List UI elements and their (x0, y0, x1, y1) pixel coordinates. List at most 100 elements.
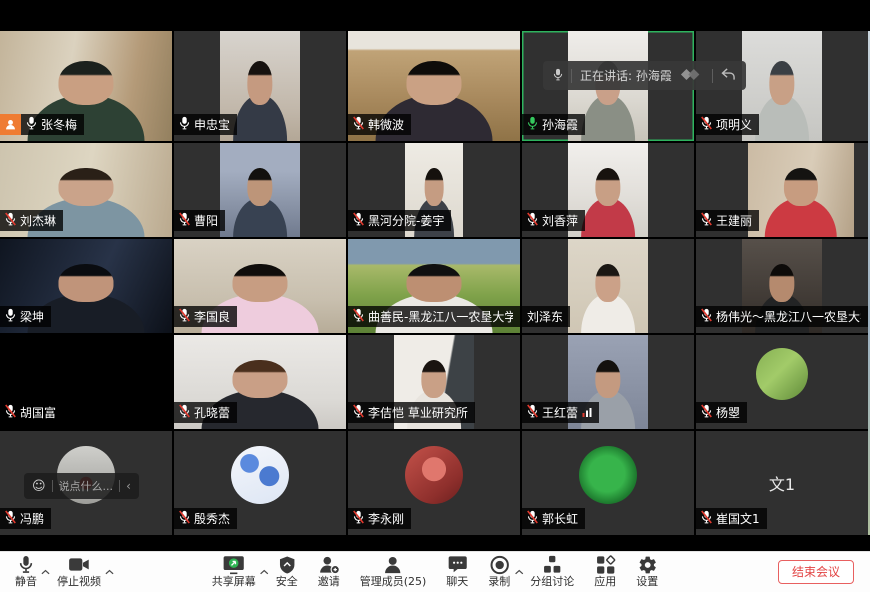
participant-nameplate: 孙海霞 (522, 114, 585, 135)
nameplate-row: 胡国富 (0, 402, 63, 423)
participant-name: 曹阳 (194, 212, 218, 229)
toolbar-invite-button[interactable]: 邀请 (309, 552, 349, 591)
toolbar-label: 录制 (488, 576, 510, 588)
participant-tile[interactable]: 张冬梅 (0, 31, 172, 141)
toolbar-breakout-button[interactable]: 分组讨论 (521, 552, 583, 591)
participant-nameplate: 杨伟光～黑龙江八一农垦大学 (696, 306, 868, 327)
nameplate-row: 李永刚 (348, 508, 411, 529)
toolbar-label: 分组讨论 (530, 576, 574, 588)
participant-tile[interactable]: 曹阳 (174, 143, 346, 237)
participant-nameplate: 胡国富 (0, 402, 63, 423)
participant-tile[interactable]: 申忠宝 (174, 31, 346, 141)
quick-chat-input[interactable]: ☺ 说点什么... ‹ (24, 473, 139, 499)
participant-tile[interactable]: 李国良 (174, 239, 346, 333)
toolbar-camera-button[interactable]: 停止视频 (48, 552, 110, 591)
participant-tile[interactable]: ☺ 说点什么... ‹ 冯鹏 (0, 431, 172, 535)
participant-nameplate: 项明义 (696, 114, 759, 135)
nameplate-row: 王红蕾 (522, 402, 599, 423)
participant-nameplate: 王红蕾 (522, 402, 599, 423)
mic-muted-icon (179, 308, 190, 325)
nameplate-row: 梁坤 (0, 306, 51, 327)
participant-nameplate: 王建丽 (696, 210, 759, 231)
participant-name: 梁坤 (20, 308, 44, 325)
participant-tile[interactable]: 曲善民-黑龙江八一农垦大学 (348, 239, 520, 333)
participant-name: 杨曌 (716, 404, 740, 421)
toolbar-mic-button[interactable]: 静音 (6, 552, 46, 591)
mic-muted-icon (527, 510, 538, 527)
participant-nameplate: 李国良 (174, 306, 237, 327)
toolbar-settings-button[interactable]: 设置 (627, 552, 667, 591)
participant-nameplate: 杨曌 (696, 402, 747, 423)
participant-tile[interactable]: 梁坤 (0, 239, 172, 333)
bottom-toolbar: 静音停止视频 共享屏幕安全邀请管理成员(25) 聊天录制 分组讨论应用设置 结束会议 (0, 551, 870, 592)
mic-muted-icon (179, 212, 190, 229)
mic-muted-icon (701, 308, 712, 325)
nameplate-row: 刘泽东 (522, 306, 570, 327)
collapse-icon[interactable]: ‹ (126, 479, 131, 493)
participant-nameplate: 刘泽东 (522, 306, 570, 327)
toolbar-chat-button[interactable]: 聊天 (437, 552, 477, 591)
participant-tile[interactable]: 王红蕾 (522, 335, 694, 429)
mic-on-icon (179, 116, 190, 133)
nameplate-row: 韩微波 (348, 114, 411, 135)
participant-video (748, 143, 855, 237)
participant-nameplate: 韩微波 (348, 114, 411, 135)
participant-tile[interactable]: 胡国富 (0, 335, 172, 429)
participant-name: 刘泽东 (527, 308, 563, 325)
participant-name: 曲善民-黑龙江八一农垦大学 (368, 308, 513, 325)
participant-tile[interactable]: 文1崔国文1 (696, 431, 868, 535)
participant-nameplate: 曲善民-黑龙江八一农垦大学 (348, 306, 520, 327)
toolbar-label: 管理成员(25) (360, 576, 427, 588)
participant-tile[interactable]: 刘泽东 (522, 239, 694, 333)
participant-tile[interactable]: 王建丽 (696, 143, 868, 237)
participant-tile[interactable]: 杨伟光～黑龙江八一农垦大学 (696, 239, 868, 333)
nameplate-row: 李佶恺 草业研究所 (348, 402, 475, 423)
participant-tile[interactable]: 殷秀杰 (174, 431, 346, 535)
end-meeting-button[interactable]: 结束会议 (778, 560, 854, 584)
participant-nameplate: 殷秀杰 (174, 508, 237, 529)
chat-icon (447, 554, 467, 575)
participant-name: 孔晓蕾 (194, 404, 230, 421)
breakout-icon (543, 554, 562, 575)
avatar (756, 348, 808, 400)
mic-muted-icon (701, 404, 712, 421)
participant-tile[interactable]: 杨曌 (696, 335, 868, 429)
participant-video (220, 143, 299, 237)
participant-tile[interactable]: 李永刚 (348, 431, 520, 535)
participant-tile[interactable]: 黑河分院-姜宇 (348, 143, 520, 237)
chevron-up-icon[interactable] (105, 560, 114, 579)
toolbar-members-button[interactable]: 管理成员(25) (351, 552, 436, 591)
participant-tile[interactable]: 郭长虹 (522, 431, 694, 535)
record-icon (489, 554, 509, 575)
toolbar-share-screen-button[interactable]: 共享屏幕 (203, 552, 265, 591)
nameplate-row: 冯鹏 (0, 508, 51, 529)
nameplate-row: 申忠宝 (174, 114, 237, 135)
participant-name: 王建丽 (716, 212, 752, 229)
nameplate-row: 孔晓蕾 (174, 402, 237, 423)
participant-name: 王红蕾 (542, 404, 578, 421)
participant-tile[interactable]: 李佶恺 草业研究所 (348, 335, 520, 429)
participant-nameplate: 曹阳 (174, 210, 225, 231)
toolbar-center-group: 共享屏幕安全邀请管理成员(25) 聊天录制 分组讨论应用设置 (203, 552, 668, 591)
emoji-icon: ☺ (32, 480, 46, 493)
toolbar-apps-button[interactable]: 应用 (585, 552, 625, 591)
participant-tile[interactable]: 刘杰琳 (0, 143, 172, 237)
toolbar-shield-button[interactable]: 安全 (267, 552, 307, 591)
participant-nameplate: 刘香萍 (522, 210, 585, 231)
participant-tile[interactable]: 刘香萍 (522, 143, 694, 237)
participant-name: 项明义 (716, 116, 752, 133)
participant-tile[interactable]: 韩微波 (348, 31, 520, 141)
nameplate-row: 项明义 (696, 114, 759, 135)
reply-arrow-icon[interactable] (721, 68, 736, 84)
participant-nameplate: 梁坤 (0, 306, 51, 327)
toolbar-record-button[interactable]: 录制 (479, 552, 519, 591)
participant-nameplate: 刘杰琳 (0, 210, 63, 231)
avatar (405, 446, 463, 504)
participant-tile[interactable]: 孔晓蕾 (174, 335, 346, 429)
participant-video (568, 239, 647, 333)
mic-muted-icon (353, 212, 364, 229)
nameplate-row: 曹阳 (174, 210, 225, 231)
participant-name: 黑河分院-姜宇 (368, 212, 444, 229)
divider (712, 69, 713, 83)
toolbar-label: 静音 (15, 576, 37, 588)
